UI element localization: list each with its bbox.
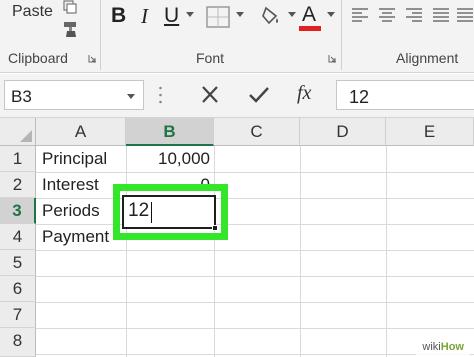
gridline [300, 146, 301, 357]
clipboard-group-label: Clipboard [8, 50, 68, 66]
ribbon-separator [100, 0, 101, 70]
fill-color-dropdown-icon[interactable] [288, 12, 296, 17]
row-header-4[interactable]: 4 [0, 224, 36, 250]
name-box-dropdown-icon[interactable] [127, 94, 135, 99]
bold-button[interactable]: B [111, 4, 126, 28]
font-color-swatch [299, 26, 321, 31]
font-launcher-icon[interactable] [328, 54, 337, 63]
formula-bar-grip-icon[interactable] [159, 85, 162, 105]
row-header-7[interactable]: 7 [0, 302, 36, 328]
italic-button[interactable]: I [141, 4, 148, 28]
column-header-c[interactable]: C [214, 118, 300, 146]
borders-dropdown-icon[interactable] [236, 12, 244, 17]
active-cell-b3[interactable]: 12 [122, 195, 218, 231]
cell-a4[interactable]: Payment [42, 224, 109, 250]
watermark-brand: How [440, 341, 464, 353]
column-header-b[interactable]: B [126, 118, 214, 146]
clipboard-launcher-icon[interactable] [88, 54, 97, 63]
align-top-left-icon[interactable] [350, 6, 370, 26]
column-header-e[interactable]: E [386, 118, 474, 146]
format-painter-icon[interactable] [62, 20, 80, 38]
name-box-value: B3 [11, 87, 32, 106]
enter-check-icon[interactable] [243, 80, 275, 110]
borders-icon[interactable] [206, 6, 230, 28]
formula-input-value: 12 [349, 87, 370, 107]
gridline [36, 354, 474, 355]
font-color-button[interactable]: A [302, 3, 316, 27]
gridline [214, 146, 215, 357]
fill-color-icon[interactable] [260, 4, 284, 28]
text-caret [151, 202, 152, 223]
column-header-d[interactable]: D [300, 118, 386, 146]
cancel-icon[interactable] [194, 80, 226, 110]
cell-a2[interactable]: Interest [42, 172, 99, 198]
paste-button[interactable]: Paste [12, 3, 53, 21]
copy-icon[interactable] [62, 0, 78, 14]
watermark: wikiHow [416, 339, 470, 355]
gridline [36, 302, 474, 303]
cell-b1[interactable]: 10,000 [126, 146, 210, 172]
row-header-5[interactable]: 5 [0, 250, 36, 276]
justify-icon[interactable] [431, 6, 451, 26]
alignment-group-label: Alignment [396, 50, 459, 66]
active-cell-value: 12 [128, 200, 150, 221]
align-right-icon[interactable] [404, 6, 424, 26]
select-all-triangle-icon [20, 130, 32, 142]
gridline [36, 250, 474, 251]
formula-input[interactable]: 12 [336, 80, 474, 110]
column-header-a[interactable]: A [36, 118, 126, 146]
row-header-3[interactable]: 3 [0, 198, 36, 224]
gridline [386, 146, 387, 357]
fill-handle[interactable] [212, 225, 218, 231]
row-header-8[interactable]: 8 [0, 328, 36, 357]
wrap-text-icon[interactable] [456, 6, 474, 26]
font-group-label: Font [196, 50, 225, 66]
gridline [36, 198, 474, 199]
row-header-1[interactable]: 1 [0, 146, 36, 172]
ribbon: Paste Clipboard B I U A Font Alignment [0, 0, 474, 73]
gridline [36, 172, 474, 173]
spreadsheet-grid: A B C D E 1 2 3 4 5 6 7 8 Principal 10,0… [0, 118, 474, 357]
cell-a3[interactable]: Periods [42, 198, 100, 224]
ribbon-separator [341, 0, 342, 70]
insert-function-button[interactable]: fx [297, 82, 311, 105]
row-header-6[interactable]: 6 [0, 276, 36, 302]
cell-a1[interactable]: Principal [42, 146, 107, 172]
font-color-dropdown-icon[interactable] [327, 12, 335, 17]
select-all-button[interactable] [0, 118, 36, 146]
underline-dropdown-icon[interactable] [186, 12, 194, 17]
gridline [36, 328, 474, 329]
align-center-icon[interactable] [377, 6, 397, 26]
row-header-2[interactable]: 2 [0, 172, 36, 198]
name-box[interactable]: B3 [4, 80, 144, 110]
watermark-prefix: wiki [422, 341, 441, 353]
formula-bar: B3 fx 12 [0, 74, 474, 118]
gridline [36, 276, 474, 277]
underline-button[interactable]: U [164, 4, 179, 28]
